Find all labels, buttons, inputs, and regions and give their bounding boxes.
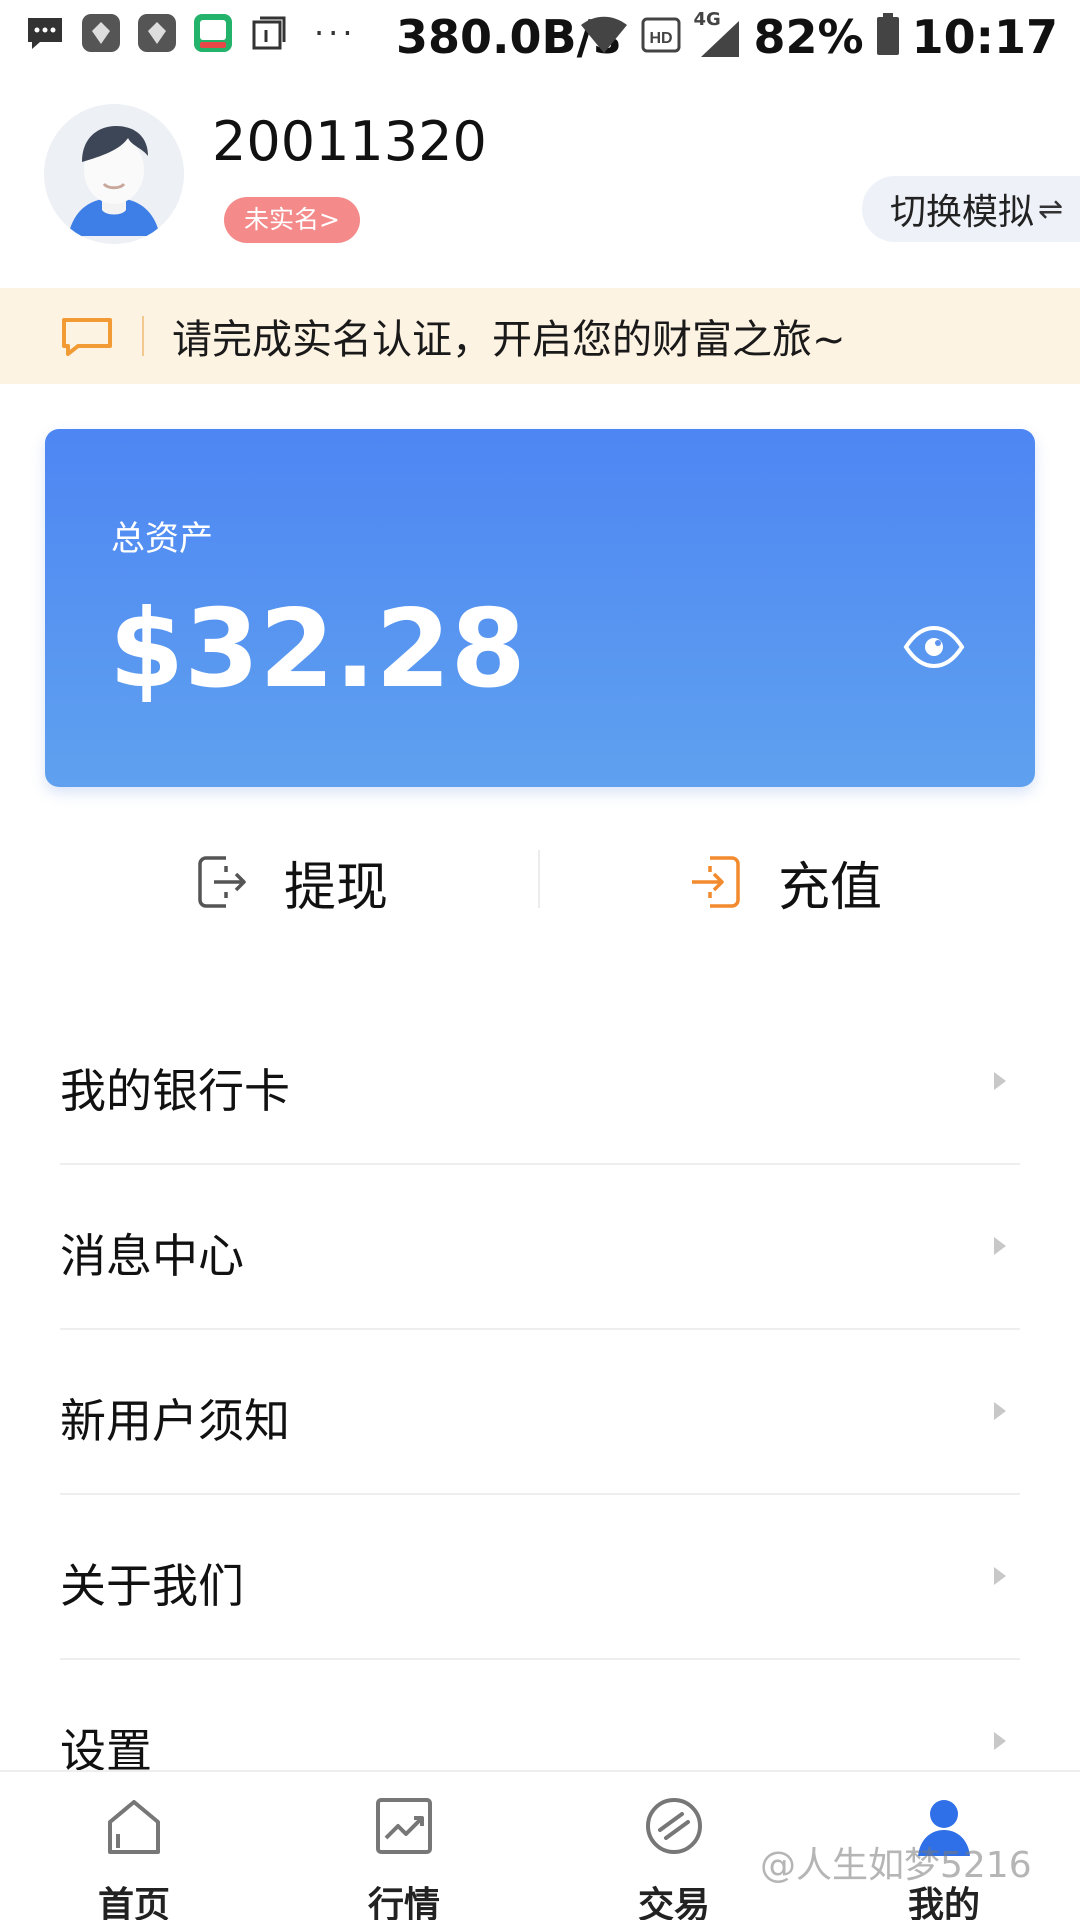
chevron-right-icon: [994, 1072, 1006, 1090]
menu-item-label: 消息中心: [60, 1229, 244, 1283]
switch-icon: ⇌: [1038, 191, 1064, 227]
avatar[interactable]: [44, 104, 184, 244]
switch-demo-button[interactable]: 切换模拟 ⇌: [862, 176, 1080, 242]
hd-icon: HD: [641, 15, 681, 59]
withdraw-button[interactable]: 提现: [196, 842, 388, 922]
notice-divider: [142, 316, 144, 356]
menu-item-label: 我的银行卡: [60, 1064, 290, 1118]
signal-icon: 4G: [693, 9, 741, 59]
menu-item-new-user-guide[interactable]: 新用户须知: [60, 1330, 1020, 1495]
menu-item-label: 新用户须知: [60, 1394, 290, 1448]
qu-app-icon: [192, 12, 234, 54]
chevron-right-icon: [994, 1402, 1006, 1420]
tab-label: 首页: [97, 1885, 170, 1920]
total-assets-label: 总资产: [111, 519, 213, 559]
comment-icon: [62, 318, 112, 356]
tab-home[interactable]: 首页: [74, 1794, 194, 1920]
svg-text:HD: HD: [650, 30, 673, 47]
home-icon: [108, 1800, 160, 1854]
eye-icon[interactable]: [903, 625, 965, 669]
chevron-right-icon: [994, 1237, 1006, 1255]
status-bar: ··· 380.0B/s HD 4G 82% 10:17: [0, 0, 1080, 74]
chevron-right-icon: [994, 1567, 1006, 1585]
deposit-button[interactable]: 充值: [688, 842, 882, 922]
withdraw-label: 提现: [284, 857, 389, 918]
wifi-icon: [579, 15, 629, 59]
tab-trade[interactable]: 交易: [614, 1794, 734, 1920]
switch-demo-label: 切换模拟: [890, 192, 1035, 233]
message-icon: [24, 12, 66, 54]
verify-badge[interactable]: 未实名>: [224, 197, 360, 243]
app-icon: [80, 12, 122, 54]
trade-icon: [646, 1798, 702, 1854]
calendar-icon: [248, 12, 290, 54]
battery-level: 82%: [753, 10, 864, 64]
status-bar-left: ···: [24, 12, 357, 54]
deposit-label: 充值: [778, 857, 883, 918]
action-row: 提现 充值: [0, 842, 1080, 922]
action-divider: [538, 850, 540, 908]
menu-item-label: 关于我们: [60, 1559, 244, 1613]
tab-label: 交易: [637, 1885, 710, 1920]
notice-banner[interactable]: 请完成实名认证，开启您的财富之旅~: [0, 288, 1080, 384]
total-assets-amount: $32.28: [109, 587, 526, 712]
menu-item-bank-card[interactable]: 我的银行卡: [60, 1000, 1020, 1165]
withdraw-icon: [198, 856, 246, 908]
chart-icon: [376, 1798, 432, 1854]
tab-market[interactable]: 行情: [344, 1794, 464, 1920]
watermark: @人生如梦5216: [760, 1845, 1032, 1886]
clock: 10:17: [911, 10, 1058, 64]
chevron-right-icon: [994, 1732, 1006, 1750]
user-id: 20011320: [212, 110, 487, 173]
status-bar-right: HD 4G 82% 10:17: [579, 9, 1058, 64]
tab-label: 行情: [367, 1885, 440, 1920]
screen: ··· 380.0B/s HD 4G 82% 10:17 20011320 未实…: [0, 0, 1080, 1920]
menu-list: 我的银行卡 消息中心 新用户须知 关于我们 设置: [60, 1000, 1020, 1825]
menu-item-about-us[interactable]: 关于我们: [60, 1495, 1020, 1660]
battery-icon: [876, 13, 900, 61]
deposit-icon: [692, 856, 740, 908]
app-icon: [136, 12, 178, 54]
menu-item-messages[interactable]: 消息中心: [60, 1165, 1020, 1330]
asset-card: 总资产 $32.28: [45, 429, 1035, 787]
notice-text: 请完成实名认证，开启您的财富之旅~: [172, 317, 846, 363]
avatar-icon: [44, 104, 184, 244]
more-icon: ···: [314, 14, 357, 52]
